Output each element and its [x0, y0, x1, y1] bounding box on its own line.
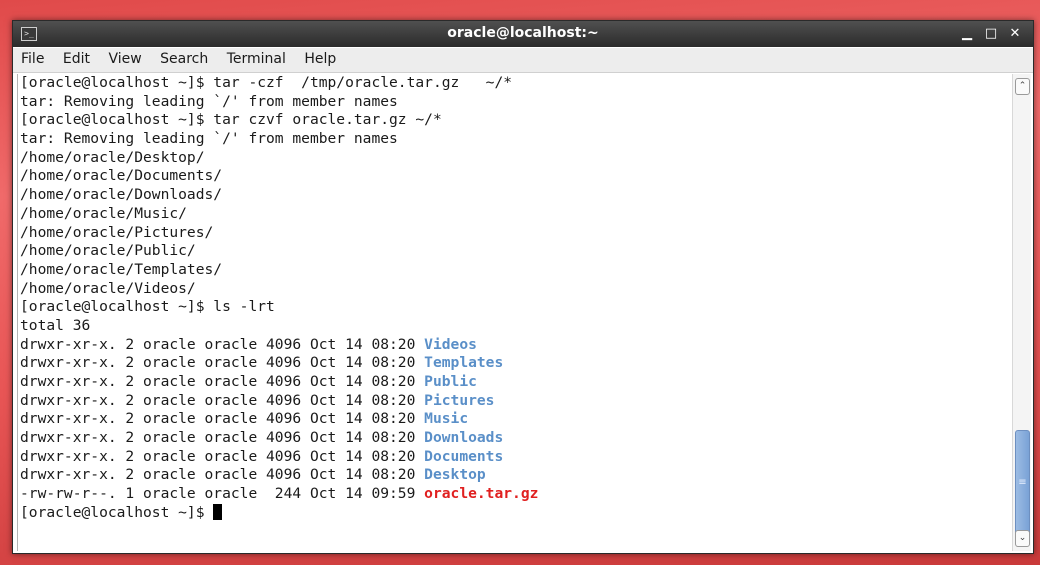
terminal-line: drwxr-xr-x. 2 oracle oracle 4096 Oct 14 … — [18, 466, 1011, 485]
chevron-up-icon[interactable]: ⌃ — [1015, 78, 1030, 95]
window-title: oracle@localhost:~ — [447, 25, 599, 41]
terminal-line-text: tar: Removing leading `/' from member na… — [20, 130, 398, 148]
terminal-line: /home/oracle/Videos/ — [18, 280, 1011, 299]
terminal-line: drwxr-xr-x. 2 oracle oracle 4096 Oct 14 … — [18, 336, 1011, 355]
menu-search[interactable]: Search — [160, 48, 208, 67]
terminal-line-text: -rw-rw-r--. 1 oracle oracle 244 Oct 14 0… — [20, 485, 425, 503]
terminal-line: [oracle@localhost ~]$ — [18, 503, 1011, 523]
terminal-line-text: drwxr-xr-x. 2 oracle oracle 4096 Oct 14 … — [20, 447, 425, 465]
directory-name: Public — [424, 373, 477, 390]
terminal-line-text: drwxr-xr-x. 2 oracle oracle 4096 Oct 14 … — [20, 354, 425, 372]
terminal-line-text: [oracle@localhost ~]$ tar czvf oracle.ta… — [20, 111, 442, 129]
scrollbar-thumb[interactable]: ≡ — [1015, 430, 1030, 544]
directory-name: Downloads — [424, 429, 504, 447]
terminal-line-text: /home/oracle/Downloads/ — [20, 186, 223, 204]
terminal-line: /home/oracle/Documents/ — [18, 167, 1011, 186]
menu-file[interactable]: File — [21, 48, 44, 67]
directory-name: Desktop — [424, 466, 486, 484]
menu-view[interactable]: View — [108, 48, 141, 67]
terminal-line: total 36 — [18, 317, 1011, 336]
menu-help[interactable]: Help — [304, 48, 336, 67]
vertical-scrollbar[interactable]: ⌃ ≡ ⌄ — [1012, 74, 1031, 551]
directory-name: Templates — [424, 354, 504, 372]
close-icon[interactable]: ✕ — [1005, 24, 1025, 44]
terminal-line: [oracle@localhost ~]$ tar -czf /tmp/orac… — [18, 74, 1011, 93]
directory-name: Videos — [424, 335, 477, 353]
terminal-line-text: /home/oracle/Templates/ — [20, 260, 223, 278]
terminal-line: drwxr-xr-x. 2 oracle oracle 4096 Oct 14 … — [18, 354, 1011, 373]
terminal-line: /home/oracle/Music/ — [18, 205, 1011, 224]
terminal-line-text: [oracle@localhost ~]$ tar -czf /tmp/orac… — [20, 74, 513, 91]
menu-bar: File Edit View Search Terminal Help — [13, 48, 1033, 73]
terminal-line: /home/oracle/Templates/ — [18, 261, 1011, 280]
terminal-line-text: drwxr-xr-x. 2 oracle oracle 4096 Oct 14 … — [20, 429, 425, 447]
archive-file-name: oracle.tar.gz — [424, 485, 539, 503]
terminal-line: [oracle@localhost ~]$ ls -lrt — [18, 298, 1011, 317]
terminal-line: tar: Removing leading `/' from member na… — [18, 93, 1011, 112]
terminal-line-text: total 36 — [20, 316, 91, 334]
terminal-line: drwxr-xr-x. 2 oracle oracle 4096 Oct 14 … — [18, 448, 1011, 467]
terminal-line-text: tar: Removing leading `/' from member na… — [20, 92, 398, 110]
terminal-line-text: drwxr-xr-x. 2 oracle oracle 4096 Oct 14 … — [20, 373, 425, 390]
minimize-icon[interactable]: ▁ — [957, 24, 977, 44]
terminal-line-text: /home/oracle/Public/ — [20, 242, 196, 260]
terminal-line: drwxr-xr-x. 2 oracle oracle 4096 Oct 14 … — [18, 410, 1011, 429]
terminal-line-text: drwxr-xr-x. 2 oracle oracle 4096 Oct 14 … — [20, 335, 425, 353]
terminal-line-text: drwxr-xr-x. 2 oracle oracle 4096 Oct 14 … — [20, 391, 425, 409]
menu-terminal[interactable]: Terminal — [227, 48, 286, 67]
terminal-line: -rw-rw-r--. 1 oracle oracle 244 Oct 14 0… — [18, 485, 1011, 504]
terminal-line: /home/oracle/Pictures/ — [18, 224, 1011, 243]
terminal-line: drwxr-xr-x. 2 oracle oracle 4096 Oct 14 … — [18, 373, 1011, 392]
terminal-line: drwxr-xr-x. 2 oracle oracle 4096 Oct 14 … — [18, 392, 1011, 411]
terminal-line: drwxr-xr-x. 2 oracle oracle 4096 Oct 14 … — [18, 429, 1011, 448]
terminal-line-text: /home/oracle/Music/ — [20, 204, 187, 222]
terminal-line-text: /home/oracle/Documents/ — [20, 167, 223, 185]
terminal-line-text: /home/oracle/Videos/ — [20, 279, 196, 297]
directory-name: Pictures — [424, 391, 495, 409]
text-cursor — [213, 503, 223, 520]
terminal-line: [oracle@localhost ~]$ tar czvf oracle.ta… — [18, 111, 1011, 130]
terminal-line-text: [oracle@localhost ~]$ — [20, 503, 214, 521]
terminal-line: tar: Removing leading `/' from member na… — [18, 130, 1011, 149]
menu-edit[interactable]: Edit — [63, 48, 90, 67]
terminal-line-text: /home/oracle/Pictures/ — [20, 223, 214, 241]
terminal-line-text: drwxr-xr-x. 2 oracle oracle 4096 Oct 14 … — [20, 466, 425, 484]
terminal-line: /home/oracle/Downloads/ — [18, 186, 1011, 205]
directory-name: Music — [424, 410, 469, 428]
title-bar[interactable]: >_ oracle@localhost:~ ▁ □ ✕ — [13, 21, 1033, 47]
chevron-down-icon[interactable]: ⌄ — [1015, 530, 1030, 547]
directory-name: Documents — [424, 447, 504, 465]
terminal-window: >_ oracle@localhost:~ ▁ □ ✕ File Edit Vi… — [12, 20, 1034, 554]
maximize-icon[interactable]: □ — [981, 24, 1001, 44]
terminal-line-text: [oracle@localhost ~]$ ls -lrt — [20, 298, 275, 316]
terminal-line: /home/oracle/Desktop/ — [18, 149, 1011, 168]
terminal-line-text: /home/oracle/Desktop/ — [20, 148, 205, 166]
terminal-line: /home/oracle/Public/ — [18, 242, 1011, 261]
terminal-line-text: drwxr-xr-x. 2 oracle oracle 4096 Oct 14 … — [20, 410, 425, 428]
terminal-output[interactable]: [oracle@localhost ~]$ tar -czf /tmp/orac… — [17, 74, 1011, 551]
